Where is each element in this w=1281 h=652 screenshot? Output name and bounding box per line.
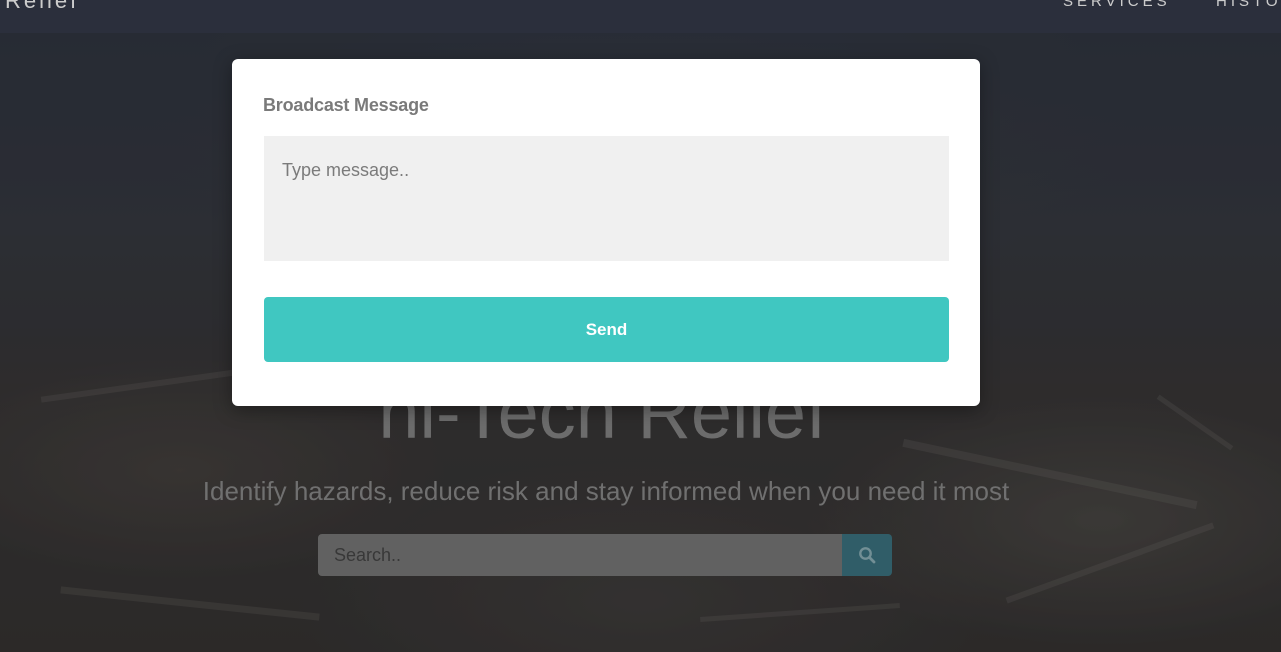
broadcast-modal: Broadcast Message Send xyxy=(232,59,980,406)
message-textarea[interactable] xyxy=(264,136,949,261)
broadcast-message-label: Broadcast Message xyxy=(263,95,429,115)
page: i Relief SERVICES HISTO hi-Tech Relief I… xyxy=(0,0,1281,652)
send-button[interactable]: Send xyxy=(264,297,949,362)
